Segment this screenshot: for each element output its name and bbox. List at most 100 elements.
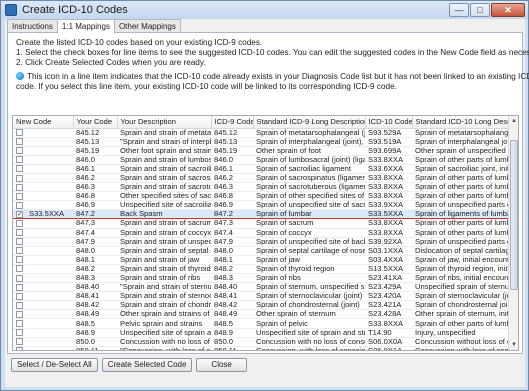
table-row[interactable]: 848.2Sprain and strain of thyroid region… bbox=[13, 264, 508, 275]
table-row[interactable]: 845.13"Sprain and strain of interphalang… bbox=[13, 137, 508, 147]
window-title: Create ICD-10 Codes bbox=[22, 4, 128, 16]
column-header-your-code[interactable]: Your Code bbox=[73, 116, 118, 129]
table-row[interactable]: 846.1Sprain and strain of sacroiliac (l.… bbox=[13, 164, 508, 174]
row-checkbox[interactable] bbox=[16, 347, 23, 350]
close-button[interactable]: Close bbox=[196, 358, 247, 372]
new-code-cell[interactable] bbox=[13, 337, 73, 347]
table-row[interactable]: 848.42Sprain and strain of chondroste...… bbox=[13, 300, 508, 311]
table-row[interactable]: 848.49Other sprain and strains of stern.… bbox=[13, 309, 508, 320]
title-bar[interactable]: Create ICD-10 Codes — □ ✕ bbox=[1, 1, 528, 19]
close-icon[interactable]: ✕ bbox=[491, 3, 525, 17]
row-checkbox[interactable] bbox=[16, 219, 23, 227]
row-checkbox[interactable] bbox=[16, 147, 23, 155]
table-row[interactable]: 848.5 Pelvic sprain and strains 848.5 Sprai… bbox=[13, 318, 508, 329]
scroll-thumb[interactable] bbox=[510, 140, 518, 290]
row-checkbox[interactable] bbox=[16, 265, 23, 273]
new-code-cell[interactable] bbox=[13, 300, 73, 311]
row-checkbox[interactable] bbox=[16, 292, 23, 300]
table-row[interactable]: 846.9Unspecified site of sacroiliac re..… bbox=[13, 200, 508, 211]
new-code-cell[interactable] bbox=[13, 228, 73, 238]
table-row[interactable]: 846.3Sprain and strain of sacrotuber...8… bbox=[13, 182, 508, 193]
new-code-cell[interactable]: S33.5XXA bbox=[13, 209, 73, 220]
minimize-icon[interactable]: — bbox=[449, 3, 469, 17]
new-code-cell[interactable] bbox=[13, 255, 73, 265]
table-row[interactable]: 848.3 Sprain and strain of ribs 848.3 Sprai… bbox=[13, 273, 508, 284]
scroll-up-icon[interactable]: ▲ bbox=[509, 116, 518, 126]
new-code-cell[interactable] bbox=[13, 200, 73, 211]
new-code-cell[interactable] bbox=[13, 318, 73, 329]
new-code-value[interactable]: S33.5XXA bbox=[29, 211, 64, 218]
table-row[interactable]: 850.0Concussion with no loss of con...85… bbox=[13, 337, 508, 347]
new-code-cell[interactable] bbox=[13, 264, 73, 275]
table-row[interactable]: 845.19 Other foot sprain and strain 845.19… bbox=[13, 146, 508, 156]
column-header-icd10-description[interactable]: Standard ICD-10 Long Descript... bbox=[412, 116, 509, 129]
create-selected-code-button[interactable]: Create Selected Code bbox=[101, 358, 193, 372]
column-header-new-code[interactable]: New Code bbox=[13, 116, 74, 129]
table-row[interactable]: 847.3 Sprain and strain of sacrum 847.3 Spr… bbox=[13, 218, 508, 229]
row-checkbox[interactable] bbox=[16, 320, 23, 328]
new-code-cell[interactable] bbox=[13, 309, 73, 320]
row-checkbox[interactable] bbox=[16, 174, 23, 182]
new-code-cell[interactable] bbox=[13, 155, 73, 165]
new-code-cell[interactable] bbox=[13, 282, 73, 293]
row-checkbox[interactable] bbox=[16, 229, 23, 237]
new-code-cell[interactable] bbox=[13, 191, 73, 202]
table-row[interactable]: 847.9Sprain and strain of unspecified...… bbox=[13, 237, 508, 247]
new-code-cell[interactable] bbox=[13, 173, 73, 184]
row-checkbox[interactable] bbox=[16, 165, 23, 173]
table-row[interactable]: 848.0Sprain and strain of septal cartil.… bbox=[13, 246, 508, 256]
new-code-cell[interactable] bbox=[13, 164, 73, 174]
row-checkbox[interactable] bbox=[16, 192, 23, 200]
select-deselect-all-button[interactable]: Select / De-Select All bbox=[11, 358, 98, 372]
tab-instructions[interactable]: Instructions bbox=[7, 19, 58, 32]
row-checkbox[interactable] bbox=[16, 238, 23, 246]
row-checkbox[interactable] bbox=[16, 283, 23, 291]
row-checkbox[interactable] bbox=[16, 247, 23, 255]
table-row[interactable]: 850.11"Concussion, with loss of consc...… bbox=[13, 346, 508, 350]
tab-other-mappings[interactable]: Other Mappings bbox=[113, 19, 181, 32]
row-checkbox[interactable] bbox=[16, 210, 23, 218]
table-row[interactable]: 848.40"Sprain and strain of sternum, u..… bbox=[13, 282, 508, 293]
column-header-icd10-code[interactable]: ICD-10 Code bbox=[365, 116, 413, 129]
table-row[interactable]: 847.4 Sprain and strain of coccyx 847.4 Spr… bbox=[13, 228, 508, 238]
row-checkbox[interactable] bbox=[16, 138, 23, 146]
table-row[interactable]: 846.2Sprain and strain of sacrospinat...… bbox=[13, 173, 508, 184]
row-checkbox[interactable] bbox=[16, 338, 23, 346]
icd10-description-cell: Concussion with loss of conscio... bbox=[412, 346, 508, 350]
new-code-cell[interactable] bbox=[13, 246, 73, 256]
new-code-cell[interactable] bbox=[13, 137, 73, 147]
new-code-cell[interactable] bbox=[13, 237, 73, 247]
new-code-cell[interactable] bbox=[13, 328, 73, 338]
table-row[interactable]: 845.12Sprain and strain of metatarsop...… bbox=[13, 128, 508, 138]
row-checkbox[interactable] bbox=[16, 310, 23, 318]
column-header-icd9-code[interactable]: ICD-9 Code bbox=[211, 116, 254, 129]
row-checkbox[interactable] bbox=[16, 156, 23, 164]
table-row[interactable]: 846.8Other specified sites of sacroilia.… bbox=[13, 191, 508, 202]
row-checkbox[interactable] bbox=[16, 256, 23, 264]
new-code-cell[interactable] bbox=[13, 346, 73, 350]
row-checkbox[interactable] bbox=[16, 183, 23, 191]
your-code-cell: 850.11 bbox=[73, 346, 117, 350]
table-row[interactable]: 848.1 Sprain and strain of jaw 848.1 Sprain… bbox=[13, 255, 508, 265]
vertical-scrollbar[interactable]: ▲ ▼ bbox=[508, 116, 518, 350]
new-code-cell[interactable] bbox=[13, 182, 73, 193]
new-code-cell[interactable] bbox=[13, 273, 73, 284]
table-row[interactable]: 848.41Sprain and strain of sternoclavi..… bbox=[13, 291, 508, 302]
table-row[interactable]: S33.5XXA847.2Back Spasm847.2Sprain of lu… bbox=[13, 209, 508, 220]
row-checkbox[interactable] bbox=[16, 274, 23, 282]
new-code-cell[interactable] bbox=[13, 218, 73, 229]
row-checkbox[interactable] bbox=[16, 329, 23, 337]
tab-1-1-mappings[interactable]: 1:1 Mappings bbox=[56, 19, 115, 33]
new-code-cell[interactable] bbox=[13, 146, 73, 156]
table-row[interactable]: 846.0Sprain and strain of lumbosacral...… bbox=[13, 155, 508, 165]
new-code-cell[interactable] bbox=[13, 291, 73, 302]
scroll-down-icon[interactable]: ▼ bbox=[509, 340, 518, 350]
column-header-your-description[interactable]: Your Description bbox=[117, 116, 212, 129]
row-checkbox[interactable] bbox=[16, 129, 23, 137]
table-row[interactable]: 848.9Unspecified site of sprain and s...… bbox=[13, 328, 508, 338]
row-checkbox[interactable] bbox=[16, 301, 23, 309]
new-code-cell[interactable] bbox=[13, 128, 73, 138]
column-header-icd9-description[interactable]: Standard ICD-9 Long Description bbox=[253, 116, 366, 129]
row-checkbox[interactable] bbox=[16, 201, 23, 209]
maximize-icon[interactable]: □ bbox=[470, 3, 490, 17]
